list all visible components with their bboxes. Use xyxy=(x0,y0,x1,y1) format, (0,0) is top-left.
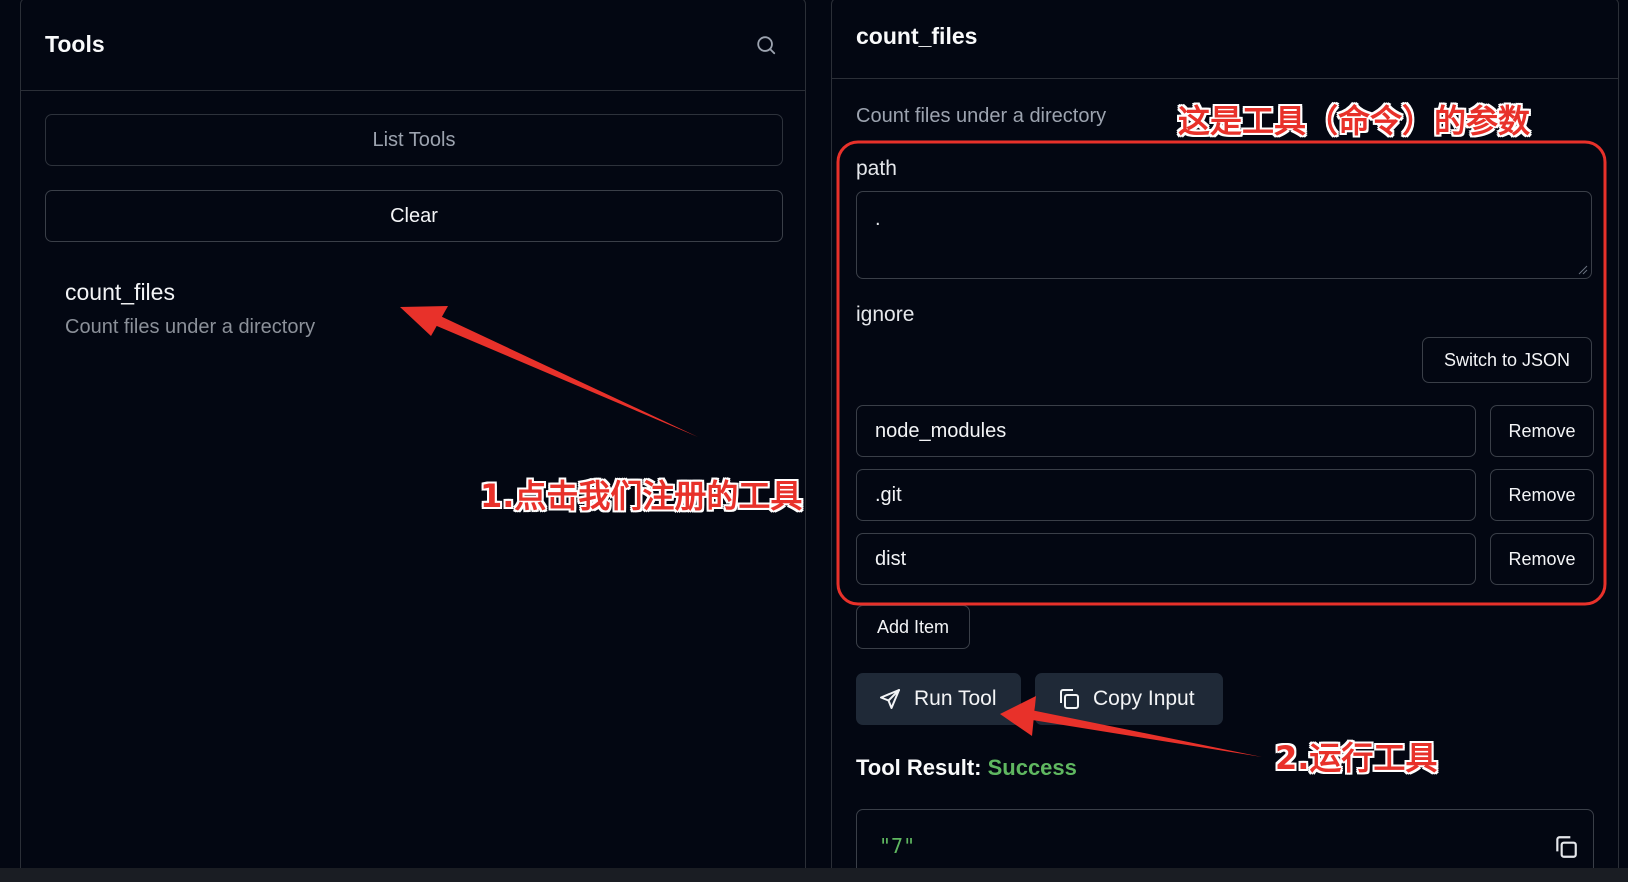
copy-icon[interactable] xyxy=(1553,834,1579,860)
tool-list-item[interactable]: count_files Count files under a director… xyxy=(65,279,765,339)
remove-item-button[interactable]: Remove xyxy=(1490,405,1594,457)
step1-annotation: 1.点击我们注册的工具 xyxy=(480,477,803,515)
step2-annotation: 2.运行工具 xyxy=(1275,739,1438,777)
tool-description: Count files under a directory xyxy=(856,105,1107,127)
path-textarea[interactable]: . xyxy=(856,191,1592,279)
list-tools-button[interactable]: List Tools xyxy=(45,114,783,166)
tool-detail-header: count_files xyxy=(832,0,1618,79)
copy-icon xyxy=(1060,689,1079,709)
add-item-button[interactable]: Add Item xyxy=(856,605,970,649)
params-annotation: 这是工具（命令）的参数 xyxy=(1178,102,1531,140)
tool-item-description: Count files under a directory xyxy=(65,316,316,338)
ignore-label: ignore xyxy=(856,303,915,326)
run-tool-label: Run Tool xyxy=(914,687,997,710)
remove-item-button[interactable]: Remove xyxy=(1490,469,1594,521)
path-value: . xyxy=(875,208,881,230)
tools-title: Tools xyxy=(45,31,105,57)
clear-button[interactable]: Clear xyxy=(45,190,783,242)
tool-detail-title: count_files xyxy=(856,23,978,49)
bottom-scroll-strip xyxy=(0,868,1628,882)
remove-item-button[interactable]: Remove xyxy=(1490,533,1594,585)
search-icon[interactable] xyxy=(751,30,781,60)
tool-result-label: Tool Result: xyxy=(856,755,982,780)
copy-input-button[interactable]: Copy Input xyxy=(1035,673,1223,725)
tools-panel: Tools List Tools Clear count_files Count… xyxy=(20,0,806,882)
ignore-item-input[interactable]: dist xyxy=(856,533,1476,585)
resize-handle-icon[interactable] xyxy=(1578,265,1588,275)
switch-to-json-button[interactable]: Switch to JSON xyxy=(1422,337,1592,383)
tool-result-status: Success xyxy=(987,755,1077,780)
app-root: Tools List Tools Clear count_files Count… xyxy=(0,0,1628,882)
send-icon xyxy=(880,689,900,709)
tool-result-value: "7" xyxy=(879,834,916,858)
copy-input-label: Copy Input xyxy=(1093,687,1195,710)
ignore-item-input[interactable]: .git xyxy=(856,469,1476,521)
path-label: path xyxy=(856,157,897,180)
ignore-item-input[interactable]: node_modules xyxy=(856,405,1476,457)
tools-header: Tools xyxy=(21,0,805,91)
run-tool-button[interactable]: Run Tool xyxy=(856,673,1021,725)
tool-item-name: count_files xyxy=(65,279,175,305)
tool-result-heading: Tool Result: Success xyxy=(856,755,1077,781)
